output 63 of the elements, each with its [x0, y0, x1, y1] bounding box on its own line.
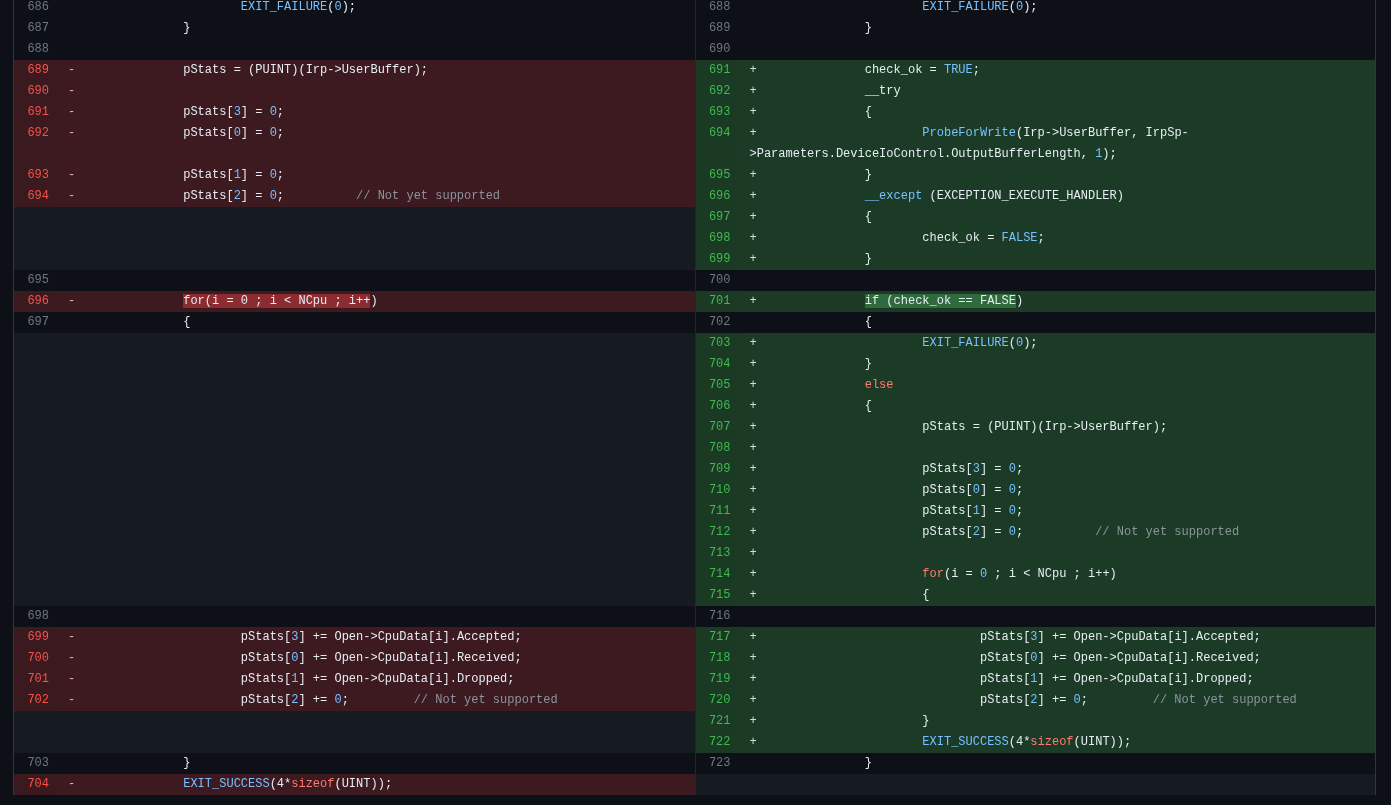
- line-number[interactable]: 686: [14, 0, 58, 18]
- line-number[interactable]: 705: [695, 375, 740, 396]
- code-line: EXIT_FAILURE(0);: [239, 0, 358, 16]
- line-number[interactable]: 697: [695, 207, 740, 228]
- line-number[interactable]: 692: [14, 123, 58, 165]
- code-line: {: [863, 314, 873, 331]
- line-number[interactable]: 704: [695, 354, 740, 375]
- line-number[interactable]: 703: [14, 753, 58, 774]
- line-number[interactable]: 700: [14, 648, 58, 669]
- code-line: {: [182, 314, 192, 331]
- line-number[interactable]: 711: [695, 501, 740, 522]
- line-number[interactable]: 713: [695, 543, 740, 564]
- line-number[interactable]: 694: [695, 123, 740, 165]
- line-number[interactable]: 689: [14, 60, 58, 81]
- line-number[interactable]: 696: [695, 186, 740, 207]
- line-number[interactable]: 696: [14, 291, 58, 312]
- code-line: }: [182, 755, 192, 772]
- line-number[interactable]: 699: [695, 249, 740, 270]
- line-number[interactable]: 701: [14, 669, 58, 690]
- code-line: EXIT_FAILURE(0);: [921, 0, 1039, 16]
- line-number[interactable]: 690: [14, 81, 58, 102]
- line-number[interactable]: 699: [14, 627, 58, 648]
- line-number[interactable]: 712: [695, 522, 740, 543]
- line-number[interactable]: 715: [695, 585, 740, 606]
- line-number[interactable]: 698: [14, 606, 58, 627]
- line-number[interactable]: 721: [695, 711, 740, 732]
- line-number[interactable]: 706: [695, 396, 740, 417]
- line-number[interactable]: 707: [695, 417, 740, 438]
- line-number[interactable]: 723: [695, 753, 740, 774]
- line-number[interactable]: 695: [695, 165, 740, 186]
- line-number[interactable]: 720: [695, 690, 740, 711]
- line-number[interactable]: 687: [14, 18, 58, 39]
- line-number[interactable]: 702: [695, 312, 740, 333]
- line-number[interactable]: 690: [695, 39, 740, 60]
- line-number[interactable]: 693: [14, 165, 58, 186]
- line-number[interactable]: 704: [14, 774, 58, 795]
- code-line: }: [182, 20, 192, 37]
- line-number[interactable]: 718: [695, 648, 740, 669]
- line-number[interactable]: 717: [695, 627, 740, 648]
- line-number[interactable]: 709: [695, 459, 740, 480]
- line-number[interactable]: 691: [14, 102, 58, 123]
- line-number[interactable]: 700: [695, 270, 740, 291]
- line-number[interactable]: 697: [14, 312, 58, 333]
- line-number[interactable]: 714: [695, 564, 740, 585]
- line-number[interactable]: 689: [695, 18, 740, 39]
- line-number[interactable]: 698: [695, 228, 740, 249]
- line-number[interactable]: 710: [695, 480, 740, 501]
- line-number[interactable]: 694: [14, 186, 58, 207]
- code-line: }: [863, 755, 873, 772]
- line-number[interactable]: 719: [695, 669, 740, 690]
- line-number[interactable]: 701: [695, 291, 740, 312]
- line-number[interactable]: 722: [695, 732, 740, 753]
- line-number[interactable]: 691: [695, 60, 740, 81]
- line-number[interactable]: 688: [14, 39, 58, 60]
- line-number[interactable]: 716: [695, 606, 740, 627]
- line-number[interactable]: 702: [14, 690, 58, 711]
- line-number[interactable]: 693: [695, 102, 740, 123]
- code-line: }: [863, 20, 873, 37]
- line-number[interactable]: 692: [695, 81, 740, 102]
- line-number[interactable]: 703: [695, 333, 740, 354]
- line-number[interactable]: 695: [14, 270, 58, 291]
- line-number[interactable]: 688: [695, 0, 740, 18]
- line-number[interactable]: 708: [695, 438, 740, 459]
